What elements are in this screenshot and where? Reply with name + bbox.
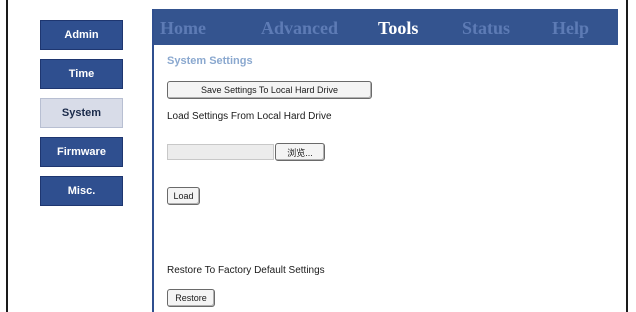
nav-help[interactable]: Help: [552, 18, 589, 39]
sidebar-item-admin[interactable]: Admin: [40, 20, 123, 50]
section-title: System Settings: [167, 55, 253, 67]
restore-button[interactable]: Restore: [167, 289, 215, 307]
sidebar-item-misc[interactable]: Misc.: [40, 176, 123, 206]
load-button[interactable]: Load: [167, 187, 200, 205]
load-settings-label: Load Settings From Local Hard Drive: [167, 111, 332, 122]
nav-status[interactable]: Status: [462, 18, 510, 39]
nav-home[interactable]: Home: [160, 18, 206, 39]
sidebar: Admin Time System Firmware Misc.: [8, 0, 152, 312]
sidebar-item-firmware[interactable]: Firmware: [40, 137, 123, 167]
top-nav: Home Advanced Tools Status Help: [154, 9, 618, 45]
page-frame-right: [626, 0, 628, 312]
sidebar-item-system[interactable]: System: [40, 98, 123, 128]
browse-button[interactable]: 浏览...: [275, 143, 325, 161]
main-panel: Home Advanced Tools Status Help System S…: [152, 9, 618, 312]
save-settings-button[interactable]: Save Settings To Local Hard Drive: [167, 81, 372, 99]
nav-advanced[interactable]: Advanced: [261, 18, 338, 39]
nav-tools[interactable]: Tools: [378, 18, 418, 39]
restore-defaults-label: Restore To Factory Default Settings: [167, 265, 325, 276]
file-path-input[interactable]: [167, 144, 274, 160]
sidebar-item-time[interactable]: Time: [40, 59, 123, 89]
